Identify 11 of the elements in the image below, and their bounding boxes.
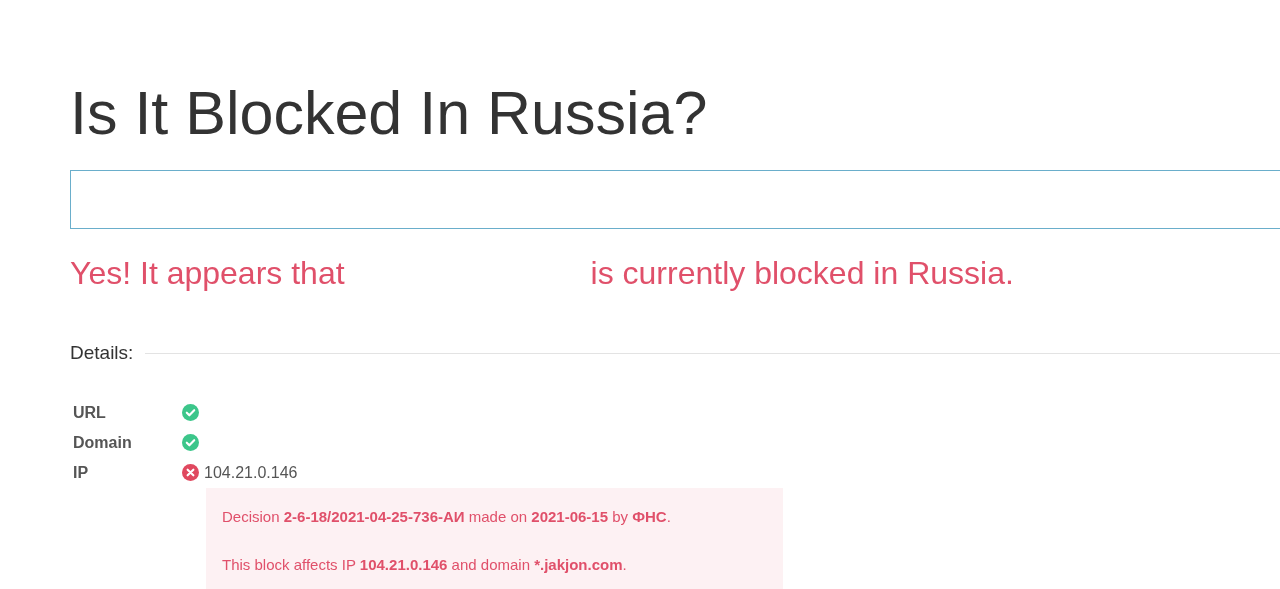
page-title: Is It Blocked In Russia? [70,78,708,148]
block-info-text: This block affects IP 104.21.0.146 and domain *.jakjon.com. [222,555,628,575]
detail-label: Domain [72,432,133,453]
detail-label: IP [72,462,90,483]
result-message: Yes! It appears that [70,254,345,293]
search-field[interactable] [70,170,1280,229]
block-info-text: Decision 2-6-18/2021-04-25-736-АИ made on 2021-06-15 by ФНС. [222,506,672,527]
details-heading: Details: [70,341,134,365]
detail-value: 104.21.0.146 [204,462,298,483]
result-message: is currently blocked in Russia. [590,254,1014,293]
detail-label: URL [72,402,107,423]
